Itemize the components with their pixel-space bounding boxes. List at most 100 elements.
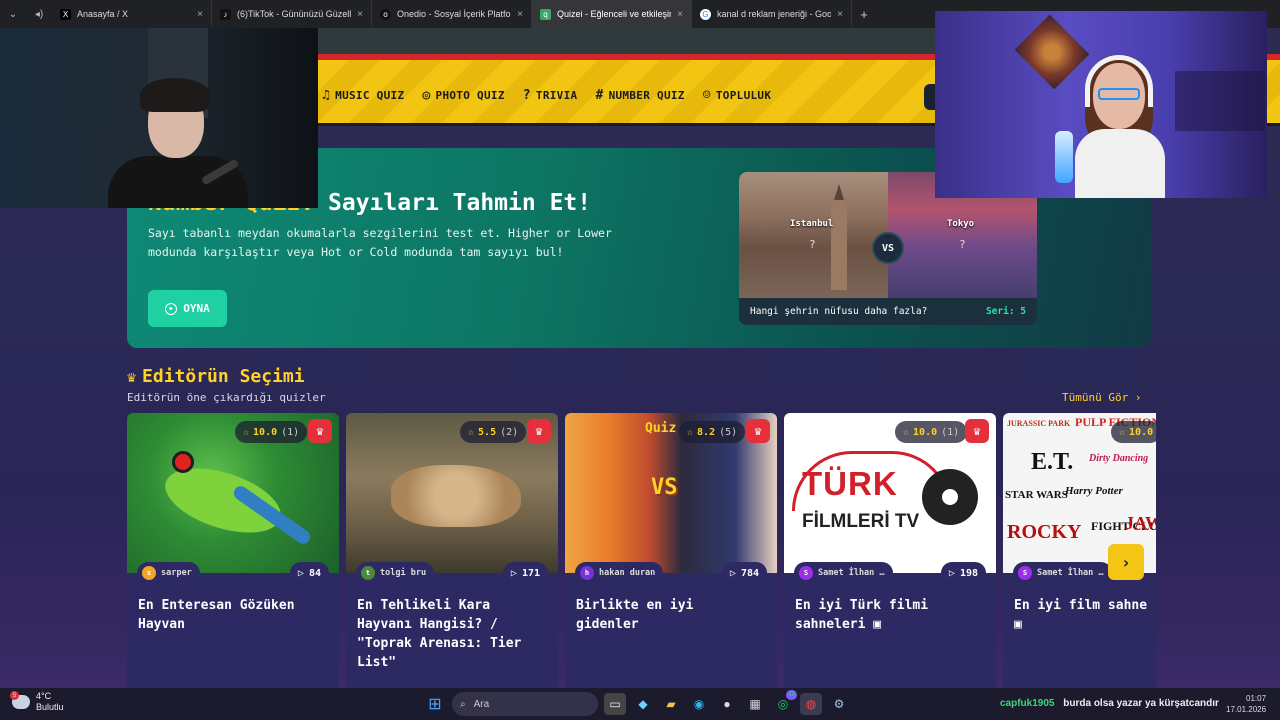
editor-pick-crown-icon[interactable]: ♛ bbox=[527, 419, 551, 443]
quiz-card[interactable]: TÜRK FİLMLERİ TV ☆ 10.0 (1) ♛ S Samet İl… bbox=[784, 413, 996, 688]
crown-icon: ♛ bbox=[127, 367, 137, 386]
istanbul-image bbox=[739, 172, 888, 298]
quiz-title: En iyi film sahne ▣ bbox=[1014, 596, 1156, 634]
close-tab-icon[interactable]: × bbox=[837, 9, 843, 20]
nav-label: PHOTO QUIZ bbox=[435, 89, 505, 102]
github-icon[interactable]: ● bbox=[716, 693, 738, 715]
chat-username: capfuk1905 bbox=[1000, 698, 1055, 709]
cloud-icon: 5 bbox=[10, 691, 30, 709]
editor-pick-crown-icon[interactable]: ♛ bbox=[965, 419, 989, 443]
author-chip[interactable]: s sarper bbox=[137, 562, 200, 584]
close-tab-icon[interactable]: × bbox=[197, 9, 203, 20]
tab-onedio[interactable]: o Onedio - Sosyal İçerik Platformu × bbox=[372, 0, 532, 28]
collage-word: Harry Potter bbox=[1065, 485, 1123, 497]
author-chip[interactable]: t tolgi bru bbox=[356, 562, 435, 584]
carousel-next-button[interactable]: › bbox=[1108, 544, 1144, 580]
close-tab-icon[interactable]: × bbox=[517, 9, 523, 20]
see-all-link[interactable]: Tümünü Gör › bbox=[1062, 391, 1141, 404]
streamer-webcam-left bbox=[0, 28, 318, 208]
quiz-card[interactable]: ☆ 5.5 (2) ♛ t tolgi bru ▷ 171 En Tehlike… bbox=[346, 413, 558, 688]
author-chip[interactable]: h hakan duran bbox=[575, 562, 664, 584]
whatsapp-icon[interactable]: ◎ 16 bbox=[772, 690, 797, 715]
store-icon[interactable]: ▦ bbox=[744, 693, 766, 715]
desk-lamp bbox=[1055, 131, 1073, 183]
system-clock[interactable]: 01:07 17.01.2026 bbox=[1226, 693, 1266, 715]
tab-tiktok[interactable]: ♪ (6)TikTok - Gününüzü Güzelleştir × bbox=[212, 0, 372, 28]
copilot-icon[interactable]: ◆ bbox=[632, 693, 654, 715]
notification-badge: 5 bbox=[10, 691, 19, 700]
nav-community[interactable]: ☺ TOPLULUK bbox=[703, 88, 772, 103]
play-icon: ▶ bbox=[165, 302, 178, 315]
tab-quizei[interactable]: q Quizei - Eğlenceli ve etkileşimli × bbox=[532, 0, 692, 28]
file-explorer-icon[interactable]: ▰ bbox=[660, 693, 682, 715]
collage-word: JAWS bbox=[1125, 513, 1156, 533]
quiz-title: Birlikte en iyi gidenler bbox=[576, 598, 694, 632]
logo-subword: FİLMLERİ TV bbox=[802, 511, 920, 532]
audio-icon[interactable]: ◂) bbox=[26, 0, 52, 28]
weather-widget[interactable]: 5 4°C Bulutlu bbox=[10, 691, 64, 713]
star-icon: ☆ bbox=[687, 426, 694, 438]
person-hair bbox=[140, 78, 210, 112]
author-chip[interactable]: S Samet İlhan … bbox=[1013, 562, 1112, 584]
preview-question: Hangi şehrin nüfusu daha fazla? bbox=[750, 306, 928, 317]
collage-word: E.T. bbox=[1031, 449, 1074, 475]
cheetah-figure bbox=[391, 465, 521, 527]
nav-number-quiz[interactable]: # NUMBER QUIZ bbox=[595, 88, 684, 103]
tab-x[interactable]: X Anasayfa / X × bbox=[52, 0, 212, 28]
nav-trivia[interactable]: ? TRIVIA bbox=[523, 88, 578, 103]
edge-icon[interactable]: ◉ bbox=[688, 693, 710, 715]
quiz-card[interactable]: ☆ 10.0 (1) ♛ s sarper ▷ 84 En Enteresan … bbox=[127, 413, 339, 688]
task-view-icon[interactable]: ▭ bbox=[604, 693, 626, 715]
right-city-name: Tokyo bbox=[947, 219, 975, 229]
new-tab-button[interactable]: + bbox=[852, 7, 876, 22]
rating-value: 5.5 bbox=[478, 426, 497, 438]
section-subtitle: Editörün öne çıkardığı quizler bbox=[127, 391, 326, 404]
right-city-value: ? bbox=[959, 238, 966, 251]
windows-taskbar: 5 4°C Bulutlu ⊞ ⌕ Ara ▭ ◆ ▰ ◉ ● ▦ ◎ 16 ◍… bbox=[0, 688, 1280, 720]
taskbar-search[interactable]: ⌕ Ara bbox=[452, 692, 598, 716]
weather-text: 4°C Bulutlu bbox=[36, 691, 64, 713]
person-top bbox=[1075, 129, 1165, 198]
close-tab-icon[interactable]: × bbox=[677, 9, 683, 20]
preview-footer: Hangi şehrin nüfusu daha fazla? Seri: 5 bbox=[739, 298, 1037, 325]
author-name: sarper bbox=[161, 568, 192, 578]
nav-music-quiz[interactable]: ♫ MUSIC QUIZ bbox=[322, 88, 404, 103]
steam-icon[interactable]: ⚙ bbox=[828, 693, 850, 715]
play-triangle-icon: ▷ bbox=[948, 567, 955, 579]
close-tab-icon[interactable]: × bbox=[357, 9, 363, 20]
film-reel-icon bbox=[922, 469, 978, 525]
play-count-value: 784 bbox=[740, 567, 759, 579]
star-icon: ☆ bbox=[903, 426, 910, 438]
quiz-card[interactable]: VS Quiz ☆ 8.2 (5) ♛ h hakan duran ▷ 784 … bbox=[565, 413, 777, 688]
tab-search-icon[interactable]: ⌄ bbox=[0, 0, 26, 28]
chrome-icon[interactable]: ◍ bbox=[800, 693, 822, 715]
tab-google[interactable]: G kanal d reklam jeneriği - Google × bbox=[692, 0, 852, 28]
chat-text: burda olsa yazar ya kürşatcandır bbox=[1063, 698, 1219, 709]
editor-pick-crown-icon[interactable]: ♛ bbox=[308, 419, 332, 443]
collage-word: STAR WARS bbox=[1005, 489, 1068, 501]
rating-count: (5) bbox=[719, 426, 738, 438]
play-triangle-icon: ▷ bbox=[297, 567, 304, 579]
play-label: OYNA bbox=[183, 302, 210, 315]
quiz-overlay-text: Quiz bbox=[645, 421, 677, 436]
weather-temp: 4°C bbox=[36, 691, 52, 701]
nav-photo-quiz[interactable]: ◎ PHOTO QUIZ bbox=[422, 88, 504, 103]
play-button[interactable]: ▶ OYNA bbox=[148, 290, 227, 327]
windows-start-icon[interactable]: ⊞ bbox=[424, 693, 446, 715]
background-shelf bbox=[1175, 71, 1265, 131]
play-count: ▷ 84 bbox=[289, 562, 329, 584]
editor-pick-crown-icon[interactable]: ♛ bbox=[746, 419, 770, 443]
rating-count: (1) bbox=[941, 426, 960, 438]
hero-title-main: Sayıları Tahmin Et! bbox=[314, 190, 592, 216]
video-icon: ▣ bbox=[1014, 617, 1022, 632]
frog-eye bbox=[172, 451, 194, 473]
streamer-webcam-right bbox=[935, 11, 1267, 198]
author-chip[interactable]: S Samet İlhan … bbox=[794, 562, 893, 584]
main-nav: ♫ MUSIC QUIZ ◎ PHOTO QUIZ ? TRIVIA # NUM… bbox=[322, 88, 771, 103]
left-city-name: Istanbul bbox=[790, 219, 834, 229]
rating-badge: ☆ 10.0 (1) bbox=[235, 421, 308, 443]
tab-title: Onedio - Sosyal İçerik Platformu bbox=[397, 9, 511, 19]
avatar: S bbox=[1018, 566, 1032, 580]
quiz-title: En Enteresan Gözüken Hayvan bbox=[138, 598, 295, 632]
quiz-title: En iyi Türk filmi sahneleri ▣ bbox=[795, 596, 990, 634]
